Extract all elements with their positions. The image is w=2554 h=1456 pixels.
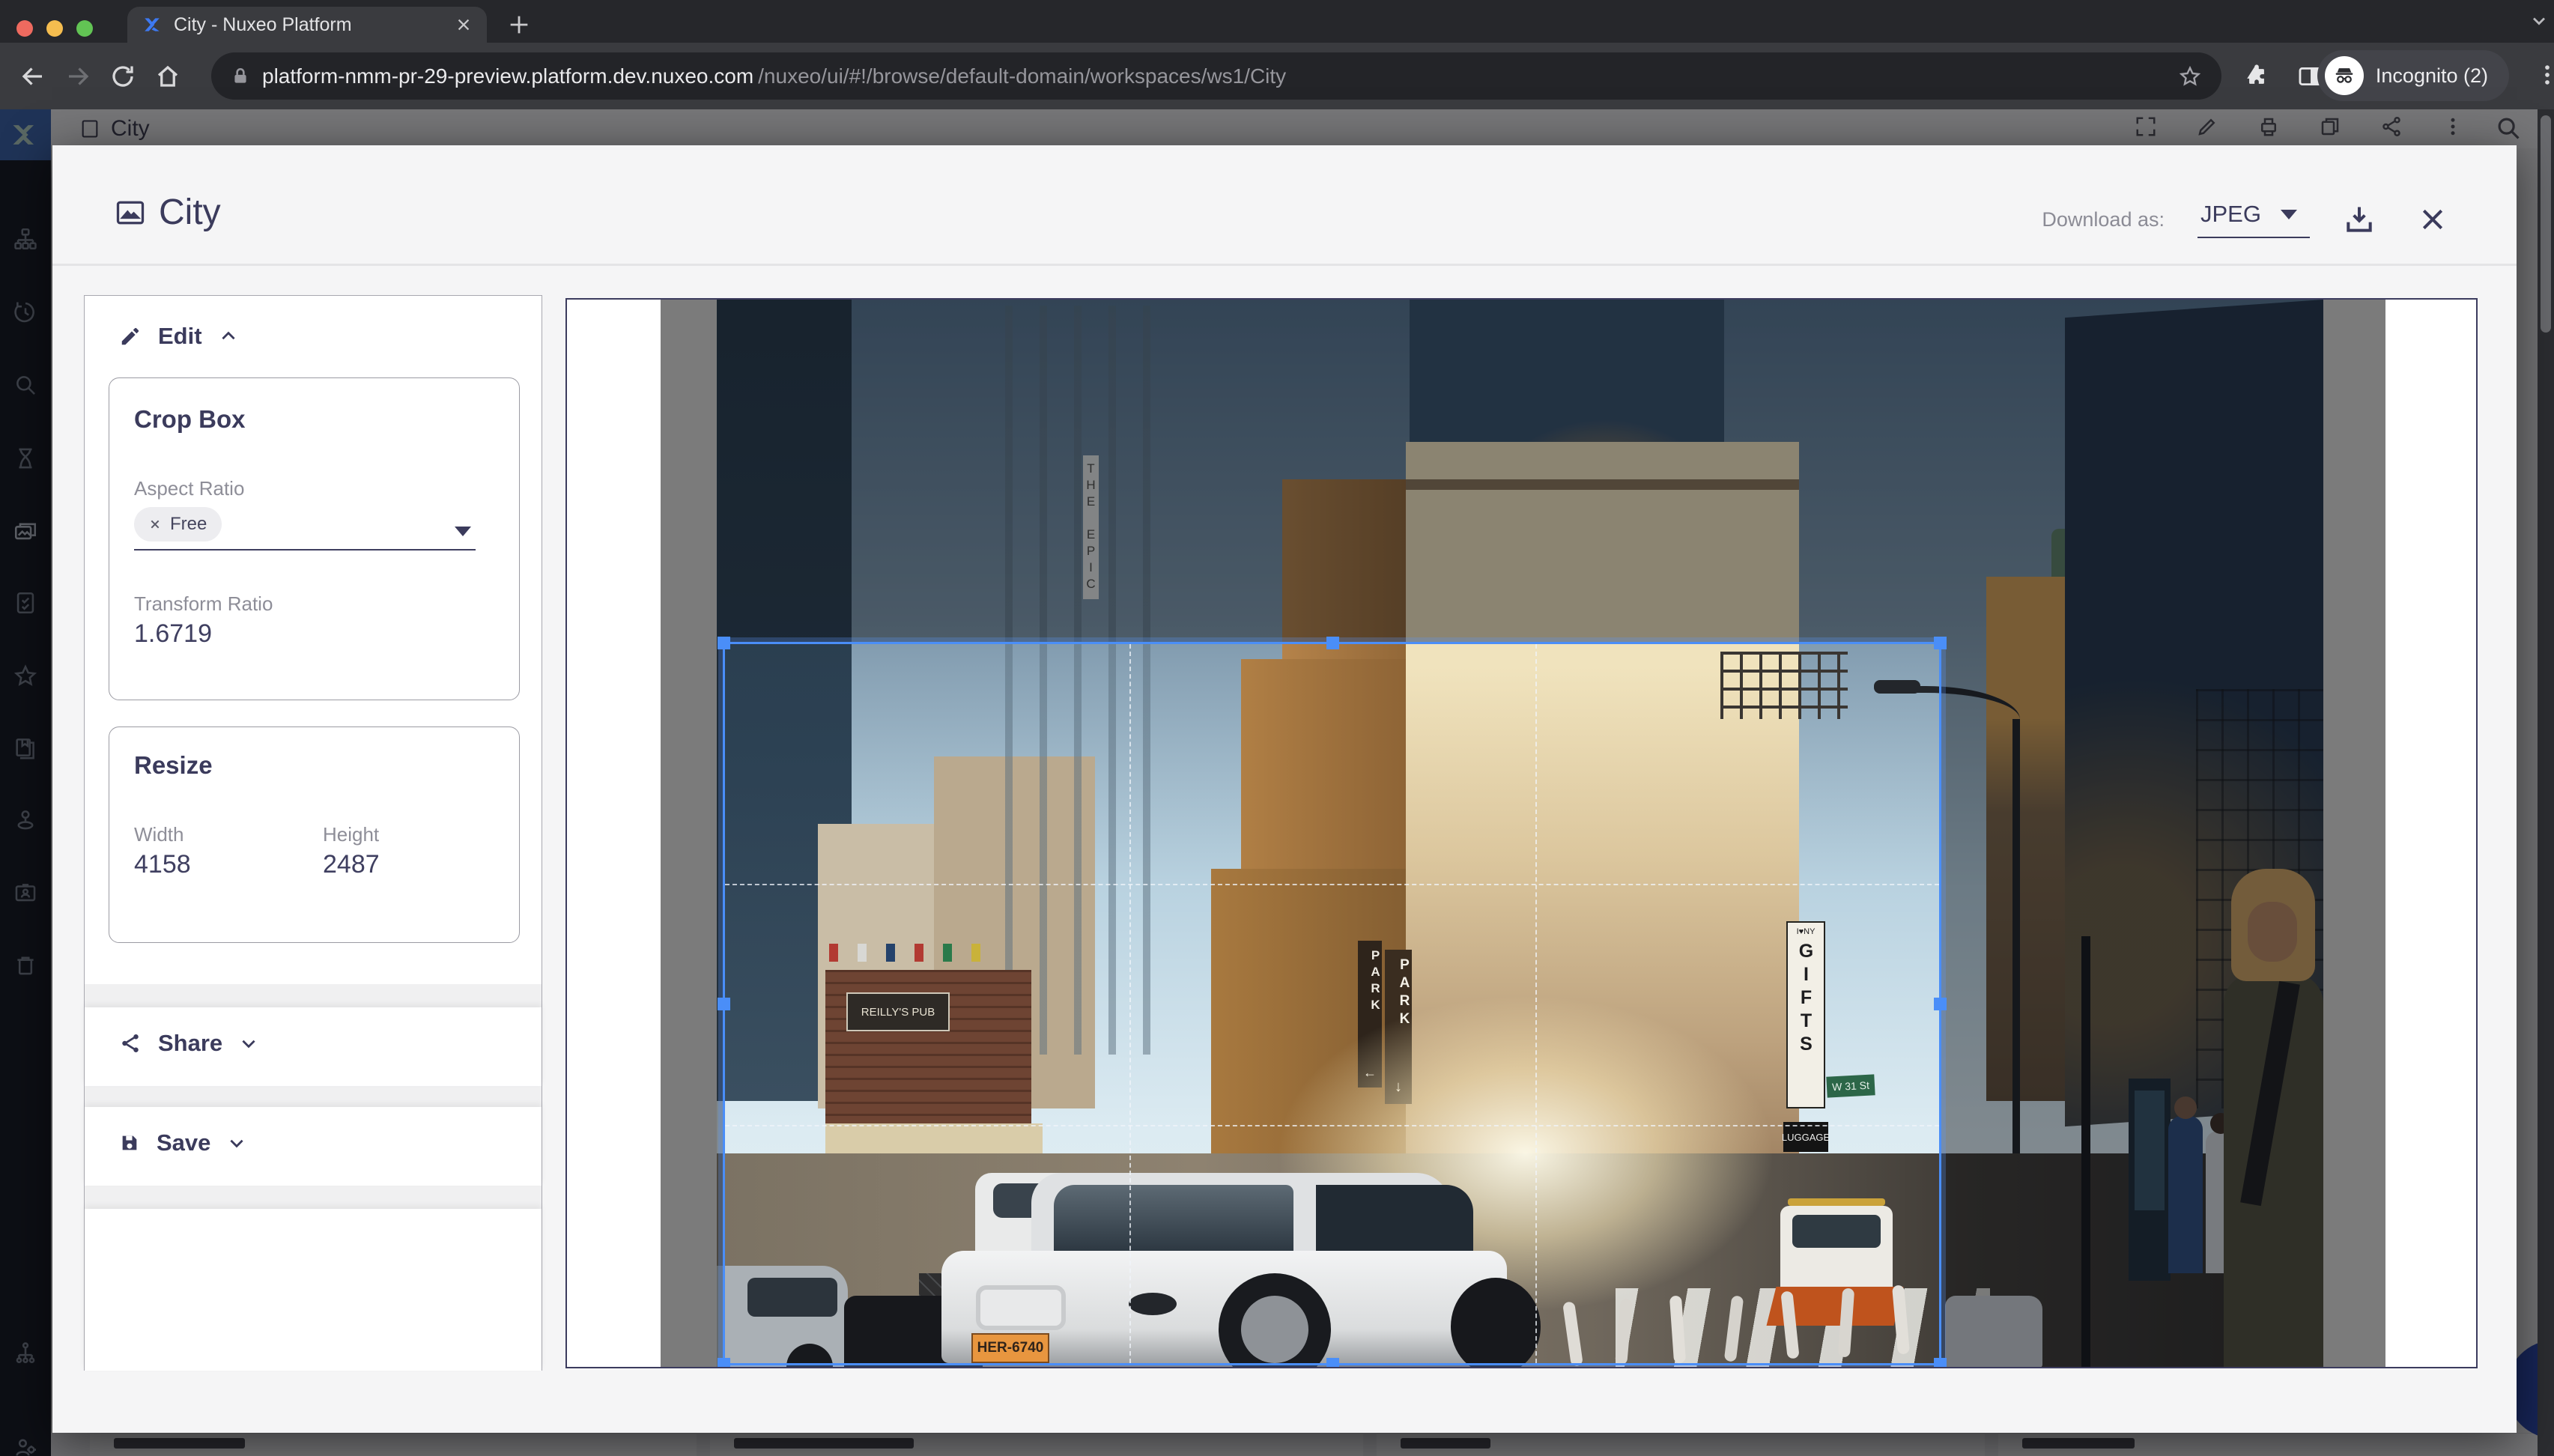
share-section: Share bbox=[85, 1007, 542, 1086]
crop-handle-sw[interactable] bbox=[718, 1358, 730, 1367]
download-format-value: JPEG bbox=[2200, 201, 2261, 228]
browser-toolbar: platform-nmm-pr-29-preview.platform.dev.… bbox=[0, 43, 2554, 109]
incognito-badge[interactable]: Incognito (2) bbox=[2317, 50, 2509, 101]
aspect-ratio-label: Aspect Ratio bbox=[134, 477, 244, 500]
aspect-ratio-chip-label: Free bbox=[170, 514, 207, 535]
aspect-ratio-select[interactable]: Free bbox=[134, 507, 476, 550]
modal-title: City bbox=[159, 192, 221, 233]
picture-icon bbox=[114, 196, 147, 229]
image-editor-modal: City Download as: JPEG E bbox=[52, 145, 2517, 1433]
crop-handle-w[interactable] bbox=[718, 998, 730, 1010]
resize-title: Resize bbox=[134, 751, 213, 780]
save-section-header[interactable]: Save bbox=[85, 1107, 542, 1156]
tab-title: City - Nuxeo Platform bbox=[174, 14, 443, 36]
crop-handle-nw[interactable] bbox=[718, 637, 730, 649]
lock-icon bbox=[231, 65, 250, 88]
save-section-label: Save bbox=[157, 1129, 210, 1156]
traffic-light-close[interactable] bbox=[16, 20, 33, 37]
save-chevron-down-icon bbox=[227, 1133, 246, 1153]
url-domain: platform-nmm-pr-29-preview.platform.dev.… bbox=[262, 64, 753, 88]
page-scrollbar-thumb[interactable] bbox=[2541, 115, 2551, 333]
traffic-light-zoom[interactable] bbox=[76, 20, 93, 37]
share-icon bbox=[119, 1032, 142, 1055]
share-chevron-down-icon bbox=[239, 1034, 258, 1053]
crop-guide-horizontal-1 bbox=[725, 884, 1939, 885]
crop-handle-se[interactable] bbox=[1934, 1358, 1947, 1367]
panel-footer-blank bbox=[85, 1209, 542, 1371]
width-label: Width bbox=[134, 823, 183, 846]
transform-ratio-label: Transform Ratio bbox=[134, 592, 273, 616]
crop-box-title: Crop Box bbox=[134, 405, 246, 434]
browser-tab-strip: City - Nuxeo Platform bbox=[0, 0, 2554, 43]
crop-guide-horizontal-2 bbox=[725, 1125, 1939, 1126]
browser-menu-icon[interactable] bbox=[2535, 62, 2554, 88]
bookmark-star-icon[interactable] bbox=[2178, 64, 2202, 88]
aspect-ratio-chip[interactable]: Free bbox=[134, 507, 222, 542]
url-path: /nuxeo/ui/#!/browse/default-domain/works… bbox=[758, 64, 1286, 88]
crop-handle-ne[interactable] bbox=[1934, 637, 1947, 649]
width-input[interactable] bbox=[134, 850, 281, 887]
image-preview-container: THE EPIC REILLY'S PUB bbox=[565, 298, 2478, 1368]
height-input[interactable] bbox=[323, 850, 470, 887]
photo-city[interactable]: THE EPIC REILLY'S PUB bbox=[717, 300, 2323, 1367]
crop-box-card: Crop Box Aspect Ratio Free Transform Rat… bbox=[109, 377, 520, 700]
browser-tab[interactable]: City - Nuxeo Platform bbox=[127, 7, 487, 43]
home-button[interactable] bbox=[145, 54, 190, 99]
incognito-icon bbox=[2325, 56, 2364, 95]
modal-title-row: City bbox=[114, 192, 221, 233]
close-modal-icon[interactable] bbox=[2418, 204, 2448, 234]
back-button[interactable] bbox=[10, 54, 55, 99]
download-button[interactable] bbox=[2343, 203, 2376, 236]
share-section-label: Share bbox=[158, 1030, 222, 1057]
cropper-shade-top bbox=[717, 300, 2323, 642]
chip-remove-icon[interactable] bbox=[149, 518, 161, 530]
editor-side-panel: Edit Crop Box Aspect Ratio Free bbox=[84, 295, 542, 1371]
crop-guide-vertical-1 bbox=[1129, 644, 1131, 1363]
incognito-label: Incognito (2) bbox=[2376, 64, 2488, 88]
save-section: Save bbox=[85, 1107, 542, 1186]
transform-ratio-input[interactable] bbox=[134, 619, 476, 656]
screen: City - Nuxeo Platform platfor bbox=[0, 0, 2554, 1456]
edit-section-label: Edit bbox=[158, 323, 202, 350]
url-bar[interactable]: platform-nmm-pr-29-preview.platform.dev.… bbox=[211, 52, 2221, 100]
reload-button[interactable] bbox=[100, 54, 145, 99]
aspect-select-caret-icon bbox=[455, 527, 471, 536]
crop-handle-e[interactable] bbox=[1934, 998, 1947, 1010]
tab-favicon-nuxeo-icon bbox=[142, 15, 162, 34]
extensions-puzzle-icon[interactable] bbox=[2244, 64, 2269, 89]
cropper-canvas-margin-right bbox=[2323, 300, 2385, 1367]
edit-section: Edit Crop Box Aspect Ratio Free bbox=[85, 296, 542, 984]
save-icon bbox=[119, 1132, 140, 1153]
download-as-label: Download as: bbox=[2042, 208, 2165, 231]
crop-handle-n[interactable] bbox=[1326, 637, 1339, 649]
forward-button[interactable] bbox=[55, 54, 100, 99]
crop-box[interactable] bbox=[723, 642, 1941, 1365]
traffic-light-minimize[interactable] bbox=[46, 20, 63, 37]
share-section-header[interactable]: Share bbox=[85, 1007, 542, 1057]
pencil-icon bbox=[119, 325, 142, 348]
new-tab-button[interactable] bbox=[506, 12, 532, 37]
chevron-up-icon bbox=[219, 327, 238, 346]
resize-card: Resize Width Height bbox=[109, 727, 520, 943]
tab-close-icon[interactable] bbox=[455, 16, 472, 33]
tab-search-chevron-icon[interactable] bbox=[2529, 10, 2550, 31]
page-scrollbar[interactable] bbox=[2538, 109, 2554, 1456]
height-label: Height bbox=[323, 823, 379, 846]
download-format-select[interactable]: JPEG bbox=[2197, 201, 2310, 238]
edit-section-header[interactable]: Edit bbox=[85, 296, 542, 350]
cropper-canvas-margin-left bbox=[661, 300, 717, 1367]
crop-handle-s[interactable] bbox=[1326, 1358, 1339, 1367]
crop-guide-vertical-2 bbox=[1535, 644, 1537, 1363]
cropper-shade-right bbox=[1941, 642, 2323, 1367]
select-caret-icon bbox=[2281, 210, 2297, 219]
